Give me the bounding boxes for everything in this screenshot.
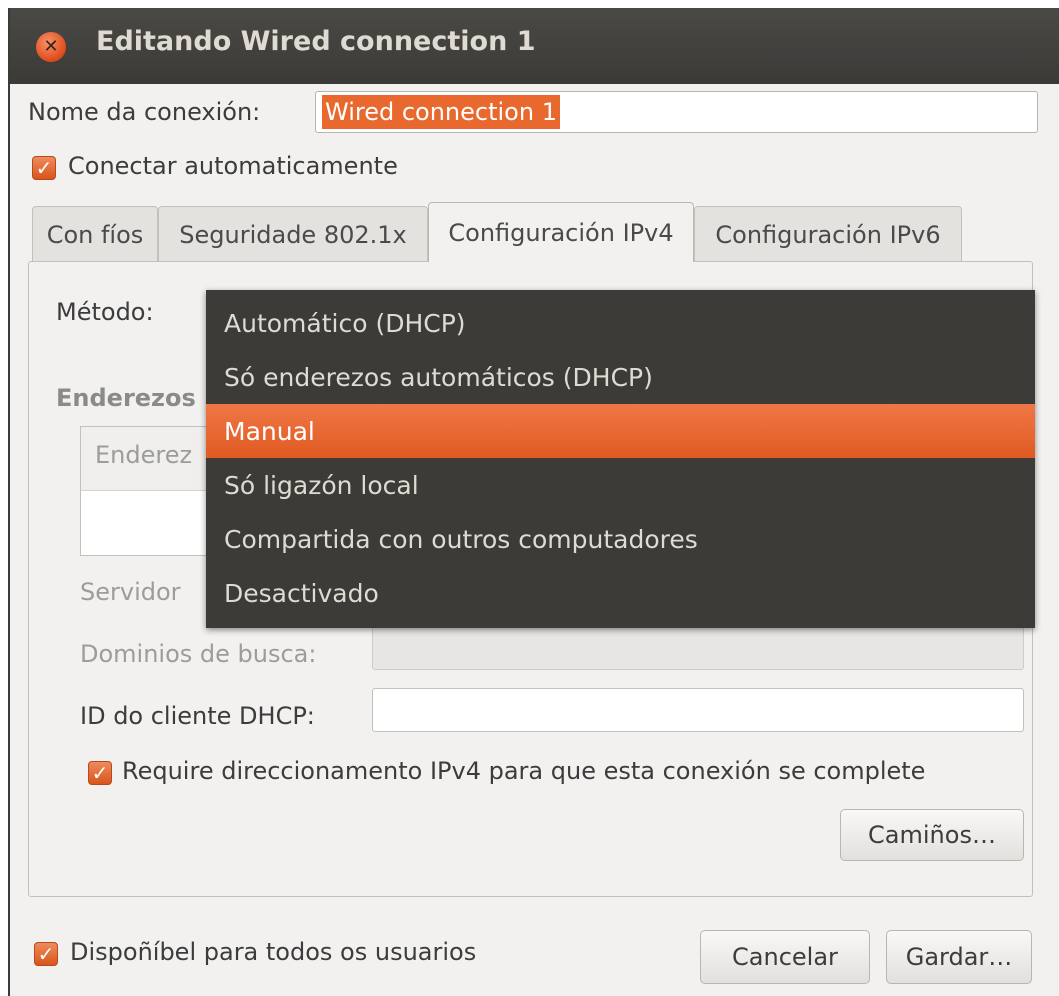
dhcp-client-id-label: ID do cliente DHCP: — [80, 702, 315, 730]
tab-ipv4-settings[interactable]: Configuración IPv4 — [428, 202, 694, 262]
cancel-button[interactable]: Cancelar — [700, 930, 870, 984]
close-icon[interactable]: ✕ — [36, 32, 66, 62]
titlebar: ✕ Editando Wired connection 1 — [10, 8, 1059, 84]
menu-item-shared[interactable]: Compartida con outros computadores — [206, 512, 1035, 566]
all-users-checkbox[interactable]: ✓ — [34, 942, 58, 966]
menu-item-manual[interactable]: Manual — [206, 404, 1035, 458]
all-users-label: Dispoñíbel para todos os usuarios — [70, 938, 477, 966]
connection-name-value: Wired connection 1 — [322, 95, 560, 129]
tab-ipv6-settings[interactable]: Configuración IPv6 — [694, 206, 962, 262]
connection-name-input[interactable]: Wired connection 1 — [315, 91, 1038, 133]
dns-servers-label: Servidor — [80, 578, 181, 606]
tab-security-8021x[interactable]: Seguridade 802.1x — [158, 206, 428, 262]
require-ipv4-checkbox[interactable]: ✓ — [88, 761, 112, 785]
edit-connection-window: ✕ Editando Wired connection 1 Nome da co… — [8, 8, 1059, 996]
connection-name-label: Nome da conexión: — [28, 98, 261, 126]
window-title: Editando Wired connection 1 — [96, 26, 536, 57]
menu-item-automatic-dhcp[interactable]: Automático (DHCP) — [206, 296, 1035, 350]
search-domains-input — [372, 626, 1024, 670]
dhcp-client-id-input[interactable] — [372, 688, 1024, 732]
addresses-label: Enderezos — [56, 384, 196, 412]
tab-wired[interactable]: Con fíos — [32, 206, 158, 262]
menu-item-disabled[interactable]: Desactivado — [206, 566, 1035, 620]
auto-connect-checkbox[interactable]: ✓ — [32, 156, 56, 180]
search-domains-label: Dominios de busca: — [80, 640, 317, 668]
require-ipv4-label: Require direccionamento IPv4 para que es… — [122, 757, 926, 785]
method-label: Método: — [56, 298, 154, 326]
menu-item-automatic-addresses-only[interactable]: Só enderezos automáticos (DHCP) — [206, 350, 1035, 404]
menu-item-link-local-only[interactable]: Só ligazón local — [206, 458, 1035, 512]
routes-button[interactable]: Camiños… — [840, 809, 1024, 861]
save-button[interactable]: Gardar… — [886, 930, 1032, 984]
method-dropdown-menu[interactable]: Automático (DHCP) Só enderezos automátic… — [206, 290, 1035, 628]
auto-connect-label: Conectar automaticamente — [68, 152, 398, 180]
